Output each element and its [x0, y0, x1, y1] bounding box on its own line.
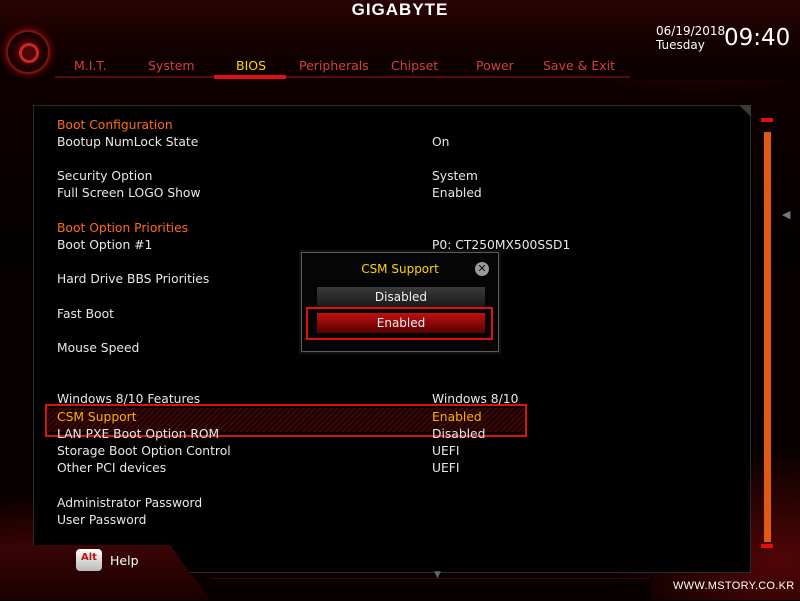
scrollbar-thumb[interactable] — [764, 132, 771, 542]
value-bootup-numlock[interactable]: On — [432, 135, 449, 149]
value-full-screen-logo[interactable]: Enabled — [432, 186, 482, 200]
setting-fast-boot[interactable]: Fast Boot — [57, 307, 114, 321]
tab-save-exit[interactable]: Save & Exit — [543, 58, 615, 73]
tab-system[interactable]: System — [148, 58, 195, 73]
watermark: WWW.MSTORY.CO.KR — [673, 580, 795, 592]
scrollbar-bottom-cap — [761, 544, 773, 548]
clock: 09:40 — [724, 25, 791, 51]
setting-user-password[interactable]: User Password — [57, 513, 146, 527]
setting-full-screen-logo[interactable]: Full Screen LOGO Show — [57, 186, 201, 200]
setting-storage-boot[interactable]: Storage Boot Option Control — [57, 444, 231, 458]
date-text: 06/19/2018 — [656, 24, 726, 38]
tab-bios[interactable]: BIOS — [236, 58, 266, 73]
tab-bios-underline — [214, 75, 286, 79]
tab-divider — [55, 76, 630, 78]
setting-hard-drive-bbs[interactable]: Hard Drive BBS Priorities — [57, 272, 209, 286]
day-text: Tuesday — [656, 38, 705, 52]
popup-title: CSM Support — [361, 262, 439, 276]
bottom-band — [210, 578, 650, 601]
date-display: 06/19/2018 Tuesday — [656, 24, 725, 52]
tab-power[interactable]: Power — [476, 58, 514, 73]
setting-admin-password[interactable]: Administrator Password — [57, 496, 202, 510]
scrollbar[interactable] — [761, 118, 773, 548]
option-disabled[interactable]: Disabled — [317, 287, 485, 307]
setting-windows-features[interactable]: Windows 8/10 Features — [57, 392, 200, 406]
value-other-pci[interactable]: UEFI — [432, 461, 459, 475]
value-boot-option-1[interactable]: P0: CT250MX500SSD1 — [432, 238, 570, 252]
option-enabled[interactable]: Enabled — [317, 313, 485, 333]
alt-key-icon[interactable]: Alt — [76, 549, 102, 571]
side-panel-arrow-icon[interactable]: ◀ — [782, 208, 790, 221]
setting-boot-option-1[interactable]: Boot Option #1 — [57, 238, 152, 252]
value-windows-features[interactable]: Windows 8/10 — [432, 392, 518, 406]
value-security-option[interactable]: System — [432, 169, 478, 183]
value-storage-boot[interactable]: UEFI — [432, 444, 459, 458]
scrollbar-top-cap — [761, 118, 773, 122]
brand-logo: GIGABYTE — [351, 0, 449, 19]
tab-peripherals[interactable]: Peripherals — [299, 58, 369, 73]
tab-chipset[interactable]: Chipset — [391, 58, 438, 73]
setting-lan-pxe[interactable]: LAN PXE Boot Option ROM — [57, 427, 219, 441]
setting-other-pci[interactable]: Other PCI devices — [57, 461, 166, 475]
help-label[interactable]: Help — [110, 553, 139, 568]
section-boot-option-priorities: Boot Option Priorities — [57, 221, 189, 235]
setting-csm-support[interactable]: CSM Support — [57, 410, 137, 424]
value-csm-support[interactable]: Enabled — [432, 410, 482, 424]
setting-bootup-numlock[interactable]: Bootup NumLock State — [57, 135, 198, 149]
gear-icon[interactable] — [6, 30, 50, 74]
value-lan-pxe[interactable]: Disabled — [432, 427, 485, 441]
csm-support-popup: CSM Support ✕ Disabled Enabled — [301, 252, 499, 352]
close-icon[interactable]: ✕ — [475, 262, 489, 276]
setting-security-option[interactable]: Security Option — [57, 169, 152, 183]
tab-mit[interactable]: M.I.T. — [74, 58, 107, 73]
section-boot-configuration: Boot Configuration — [57, 118, 173, 132]
setting-mouse-speed[interactable]: Mouse Speed — [57, 341, 139, 355]
